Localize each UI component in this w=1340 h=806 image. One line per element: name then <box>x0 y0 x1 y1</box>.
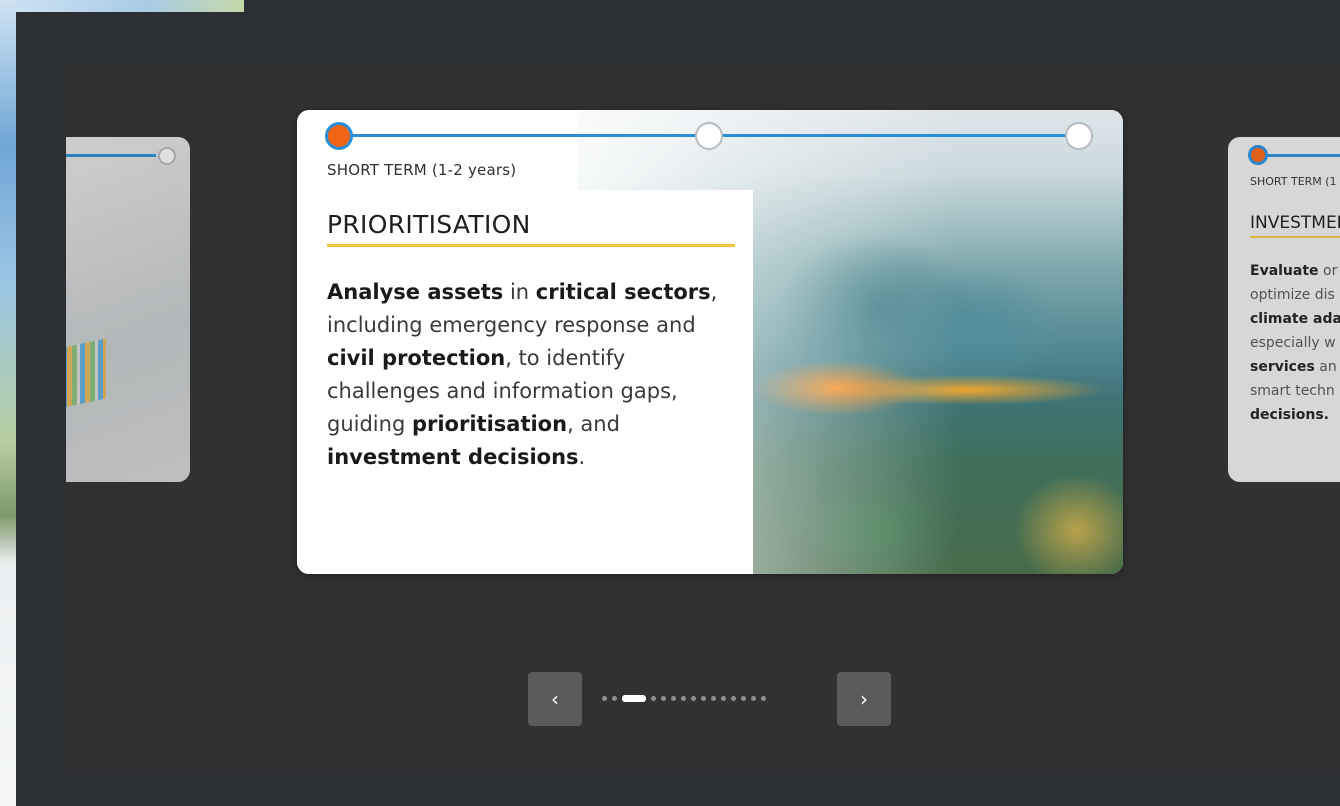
carousel-frame: SHORT TERM (1-2 years) PRIORITISATION An… <box>16 12 1340 806</box>
pagination-dot-active[interactable] <box>622 695 646 702</box>
card-heading: PRIORITISATION <box>327 210 735 247</box>
pagination-dot[interactable] <box>761 696 766 701</box>
pagination-dot[interactable] <box>731 696 736 701</box>
term-label: SHORT TERM (1-2 years) <box>327 161 517 179</box>
carousel-stage: SHORT TERM (1-2 years) PRIORITISATION An… <box>66 62 1340 772</box>
body-text-run: Analyse assets <box>327 280 504 304</box>
timeline-node <box>158 147 176 165</box>
chevron-left-icon: ‹ <box>551 687 559 711</box>
body-line: services an <box>1250 355 1340 379</box>
card-body-text: Analyse assets in critical sectors, incl… <box>327 276 727 474</box>
body-text-run: decisions. <box>1250 407 1329 423</box>
body-text-run: climate ada <box>1250 311 1340 327</box>
body-text-run: Evaluate <box>1250 263 1319 279</box>
timeline-node-short-term <box>1248 145 1268 165</box>
carousel-card-active: SHORT TERM (1-2 years) PRIORITISATION An… <box>297 110 1123 574</box>
chevron-right-icon: › <box>860 687 868 711</box>
pagination-dot[interactable] <box>681 696 686 701</box>
body-text-run: or <box>1318 263 1338 279</box>
card-heading: INVESTMEI <box>1250 213 1340 238</box>
pagination-dot[interactable] <box>671 696 676 701</box>
body-text-run: . <box>578 445 586 469</box>
pagination-dot[interactable] <box>751 696 756 701</box>
body-text-run: in <box>503 280 536 304</box>
body-line: climate ada <box>1250 307 1340 331</box>
timeline-line <box>1268 154 1340 157</box>
pagination-dot[interactable] <box>651 696 656 701</box>
body-text-run: smart techn <box>1250 383 1335 399</box>
body-line: Evaluate or <box>1250 259 1340 283</box>
background-desktop-top <box>0 0 244 12</box>
carousel-prev-button[interactable]: ‹ <box>528 672 582 726</box>
pagination-dot[interactable] <box>602 696 607 701</box>
timeline-node-long-term[interactable] <box>1065 122 1093 150</box>
pagination-dot[interactable] <box>741 696 746 701</box>
pagination-dot[interactable] <box>691 696 696 701</box>
body-text-run: , and <box>567 412 620 436</box>
carousel-next-button[interactable]: › <box>837 672 891 726</box>
card-body-text: Evaluate or optimize dis climate ada especi… <box>1250 259 1340 427</box>
body-text-run: investment decisions <box>327 445 579 469</box>
body-text-run: optimize dis <box>1250 287 1335 303</box>
timeline <box>325 122 1093 150</box>
pagination-dot[interactable] <box>661 696 666 701</box>
timeline-node-short-term[interactable] <box>325 122 353 150</box>
card-text-panel: PRIORITISATION Analyse assets in critica… <box>297 190 753 574</box>
carousel-card-next[interactable]: SHORT TERM (1 INVESTMEI Evaluate or optim… <box>1228 137 1340 482</box>
body-line: smart techn <box>1250 379 1340 403</box>
body-text-run: prioritisation <box>411 412 568 436</box>
carousel-card-previous[interactable] <box>66 137 190 482</box>
pagination-dot[interactable] <box>711 696 716 701</box>
carousel-pagination <box>602 695 766 702</box>
body-line: especially w <box>1250 331 1340 355</box>
body-text-run: an <box>1314 359 1337 375</box>
body-text-run: services <box>1250 359 1315 375</box>
body-text-run: civil protection <box>327 346 506 370</box>
body-line: optimize dis <box>1250 283 1340 307</box>
pagination-dot[interactable] <box>612 696 617 701</box>
card-image-charts <box>66 338 106 416</box>
term-label: SHORT TERM (1 <box>1250 175 1337 188</box>
pagination-dot[interactable] <box>721 696 726 701</box>
body-text-run: critical sectors <box>535 280 711 304</box>
body-text-run: especially w <box>1250 335 1336 351</box>
timeline-node-medium-term[interactable] <box>695 122 723 150</box>
body-line: decisions. <box>1250 403 1340 427</box>
pagination-dot[interactable] <box>701 696 706 701</box>
background-desktop-left <box>0 0 16 806</box>
timeline-line <box>66 154 156 157</box>
